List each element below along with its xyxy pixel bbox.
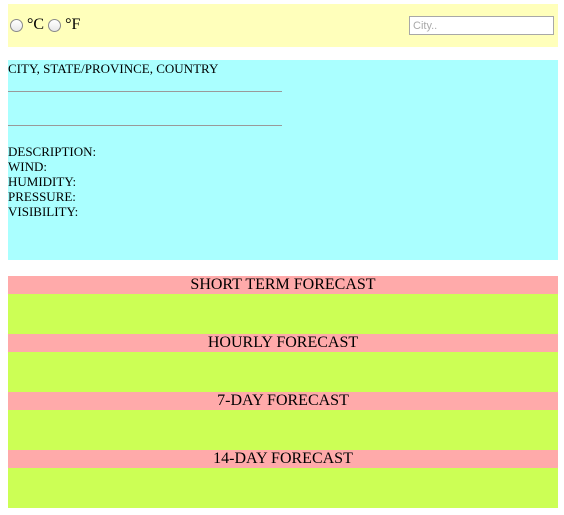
- seven-day-forecast-body: [8, 410, 558, 450]
- wind-label: WIND:: [8, 159, 47, 174]
- hourly-forecast-body: [8, 352, 558, 392]
- unit-selector: °C °F: [10, 16, 84, 34]
- short-term-forecast-header: SHORT TERM FORECAST: [8, 276, 558, 294]
- top-bar: °C °F: [8, 4, 558, 47]
- visibility-label: VISIBILITY:: [8, 204, 79, 219]
- weather-page: °C °F CITY, STATE/PROVINCE, COUNTRY DESC…: [0, 0, 564, 515]
- city-search-input[interactable]: [409, 16, 554, 35]
- fourteen-day-forecast-header: 14-DAY FORECAST: [8, 450, 558, 468]
- location-heading: CITY, STATE/PROVINCE, COUNTRY: [8, 61, 219, 76]
- pressure-label: PRESSURE:: [8, 189, 76, 204]
- conditions-details: DESCRIPTION: WIND: HUMIDITY: PRESSURE: V…: [8, 144, 96, 219]
- divider-line: [8, 125, 282, 126]
- fourteen-day-forecast-body: [8, 468, 558, 508]
- celsius-label: °C: [27, 16, 45, 33]
- short-term-forecast-body: [8, 294, 558, 334]
- current-conditions-panel: CITY, STATE/PROVINCE, COUNTRY DESCRIPTIO…: [8, 60, 558, 260]
- fahrenheit-label: °F: [65, 16, 81, 33]
- divider-line: [8, 91, 282, 92]
- celsius-radio[interactable]: [10, 18, 23, 32]
- humidity-label: HUMIDITY:: [8, 174, 77, 189]
- fahrenheit-radio[interactable]: [48, 18, 62, 32]
- seven-day-forecast-header: 7-DAY FORECAST: [8, 392, 558, 410]
- hourly-forecast-header: HOURLY FORECAST: [8, 334, 558, 352]
- description-label: DESCRIPTION:: [8, 144, 97, 159]
